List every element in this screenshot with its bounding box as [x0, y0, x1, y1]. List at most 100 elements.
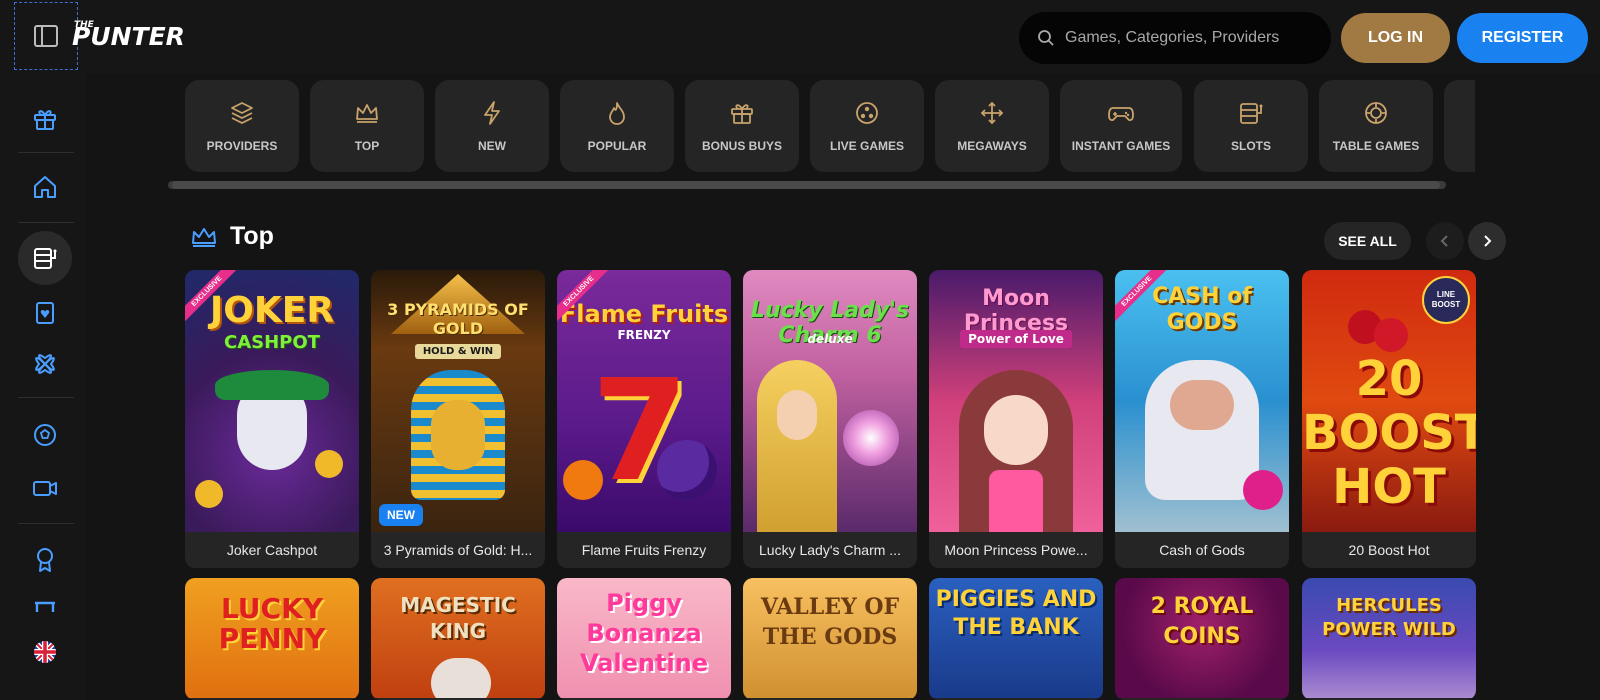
- sidebar-item-promotions[interactable]: [18, 91, 72, 145]
- joker-hat: [215, 370, 329, 400]
- game-thumbnail: LUCKY PENNY: [185, 578, 359, 698]
- bench-icon: [35, 601, 55, 612]
- game-thumbnail: Flame Fruits FRENZY 7 EXCLUSIVE: [557, 270, 731, 532]
- category-label: INSTANT GAMES: [1071, 139, 1171, 153]
- game-thumbnail: Piggy Bonanza Valentine: [557, 578, 731, 698]
- buy-bonus-badge: [1243, 470, 1283, 510]
- lady-figure: [757, 360, 837, 532]
- football-icon: [34, 424, 56, 446]
- home-icon: [34, 176, 56, 198]
- gamepad-icon: [1108, 107, 1134, 122]
- video-icon: [33, 481, 57, 496]
- game-name: 20 Boost Hot: [1348, 542, 1430, 558]
- sidebar-divider: [18, 397, 74, 398]
- sidebar-item-language[interactable]: [18, 625, 72, 679]
- game-card[interactable]: Piggy Bonanza Valentine: [557, 578, 731, 700]
- category-table-games[interactable]: TABLE GAMES: [1319, 80, 1433, 172]
- game-card[interactable]: Flame Fruits FRENZY 7 EXCLUSIVE Flame Fr…: [557, 270, 731, 568]
- game-art-title: LUCKY PENNY: [218, 592, 326, 655]
- game-thumbnail: HERCULES POWER WILD: [1302, 578, 1476, 698]
- lightning-icon: [484, 101, 500, 125]
- game-thumbnail: 3 PYRAMIDS OF GOLD HOLD & WIN NEW: [371, 270, 545, 532]
- line-boost-badge: LINE BOOST: [1422, 276, 1470, 324]
- game-art-subtitle: Power of Love: [929, 330, 1103, 348]
- lady-face: [777, 390, 817, 440]
- register-button[interactable]: REGISTER: [1457, 13, 1588, 63]
- sidebar-toggle-button[interactable]: [14, 2, 78, 70]
- gift-icon: [34, 110, 56, 130]
- carousel-prev-button[interactable]: [1426, 222, 1464, 260]
- slot-machine-icon: [1240, 103, 1263, 124]
- scrollbar-thumb[interactable]: [172, 181, 1440, 189]
- game-card[interactable]: LINE BOOST 20 BOOST HOT 20 Boost Hot: [1302, 270, 1476, 568]
- category-top[interactable]: TOP: [310, 80, 424, 172]
- grapes-symbol: [657, 440, 717, 500]
- zeus-face: [1170, 380, 1234, 430]
- category-popular[interactable]: POPULAR: [560, 80, 674, 172]
- game-card[interactable]: VALLEY OF THE GODS: [743, 578, 917, 700]
- category-slots[interactable]: SLOTS: [1194, 80, 1308, 172]
- sidebar-item-live[interactable]: [18, 461, 72, 515]
- search-bar[interactable]: [1019, 12, 1331, 64]
- game-card[interactable]: MAGESTIC KING: [371, 578, 545, 700]
- category-label: SLOTS: [1230, 139, 1271, 153]
- game-name: Joker Cashpot: [226, 542, 318, 558]
- category-live-games[interactable]: LIVE GAMES: [810, 80, 924, 172]
- game-name: Lucky Lady's Charm ...: [759, 542, 901, 558]
- carousel-next-button[interactable]: [1468, 222, 1506, 260]
- uk-flag-icon: [34, 641, 56, 663]
- game-card[interactable]: JOKER CASHPOT EXCLUSIVE Joker Cashpot: [185, 270, 359, 568]
- logo-prefix: THE: [74, 20, 94, 30]
- game-card[interactable]: Moon Princess Power of Love Moon Princes…: [929, 270, 1103, 568]
- category-new[interactable]: NEW: [435, 80, 549, 172]
- game-card[interactable]: Lucky Lady's Charm 6 deluxe Lucky Lady's…: [743, 270, 917, 568]
- category-more[interactable]: [1444, 80, 1475, 172]
- orange-symbol: [563, 460, 603, 500]
- sidebar-item-rewards[interactable]: [18, 532, 72, 586]
- game-card[interactable]: HERCULES POWER WILD: [1302, 578, 1476, 700]
- sidebar-item-sports[interactable]: [18, 408, 72, 462]
- see-all-button[interactable]: SEE ALL: [1324, 222, 1411, 260]
- category-scrollbar[interactable]: [168, 181, 1446, 189]
- game-thumbnail: Lucky Lady's Charm 6 deluxe: [743, 270, 917, 532]
- new-badge: NEW: [379, 504, 423, 526]
- login-button[interactable]: LOG IN: [1341, 13, 1450, 63]
- pharaoh-face: [431, 400, 485, 470]
- category-bonus-buys[interactable]: BONUS BUYS: [685, 80, 799, 172]
- category-instant-games[interactable]: INSTANT GAMES: [1060, 80, 1182, 172]
- game-art-title: Flame Fruits: [559, 300, 729, 328]
- search-input[interactable]: [1065, 29, 1325, 47]
- game-thumbnail: VALLEY OF THE GODS: [743, 578, 917, 698]
- game-card[interactable]: 3 PYRAMIDS OF GOLD HOLD & WIN NEW 3 Pyra…: [371, 270, 545, 568]
- top-header: THEPUNTER LOG IN REGISTER: [0, 0, 1600, 74]
- arrows-icon: [980, 101, 1004, 125]
- category-providers[interactable]: PROVIDERS: [185, 80, 299, 172]
- game-name: Flame Fruits Frenzy: [581, 542, 707, 558]
- game-art-subtitle: HOLD & WIN: [371, 344, 545, 359]
- sidebar-item-live-casino[interactable]: [18, 286, 72, 340]
- game-name: Cash of Gods: [1159, 542, 1245, 558]
- brand-logo[interactable]: THE PUNTER: [72, 20, 185, 51]
- game-card[interactable]: CASH of GODS EXCLUSIVE Cash of Gods: [1115, 270, 1289, 568]
- flame-icon: [609, 102, 625, 125]
- game-thumbnail: Moon Princess Power of Love: [929, 270, 1103, 532]
- clover-icon: [35, 354, 55, 374]
- game-thumbnail: CASH of GODS EXCLUSIVE: [1115, 270, 1289, 532]
- category-label: LIVE GAMES: [829, 139, 904, 153]
- game-art-title: Piggy Bonanza Valentine: [579, 589, 709, 677]
- chevron-right-icon: [1484, 235, 1492, 247]
- sidebar-panel-icon: [34, 25, 58, 47]
- category-megaways[interactable]: MEGAWAYS: [935, 80, 1049, 172]
- game-card[interactable]: 2 ROYAL COINS: [1115, 578, 1289, 700]
- section-title: Top: [230, 222, 274, 250]
- game-art-subtitle: FRENZY: [617, 328, 671, 342]
- sidebar-item-home[interactable]: [18, 160, 72, 214]
- sidebar-item-casino[interactable]: [18, 231, 72, 285]
- game-card[interactable]: LUCKY PENNY: [185, 578, 359, 700]
- game-thumbnail: JOKER CASHPOT EXCLUSIVE: [185, 270, 359, 532]
- chip-icon: [1365, 102, 1387, 124]
- sidebar-item-lucky[interactable]: [18, 337, 72, 391]
- game-card[interactable]: PIGGIES AND THE BANK: [929, 578, 1103, 700]
- crown-icon: [192, 227, 216, 247]
- chevron-left-icon: [1440, 235, 1448, 247]
